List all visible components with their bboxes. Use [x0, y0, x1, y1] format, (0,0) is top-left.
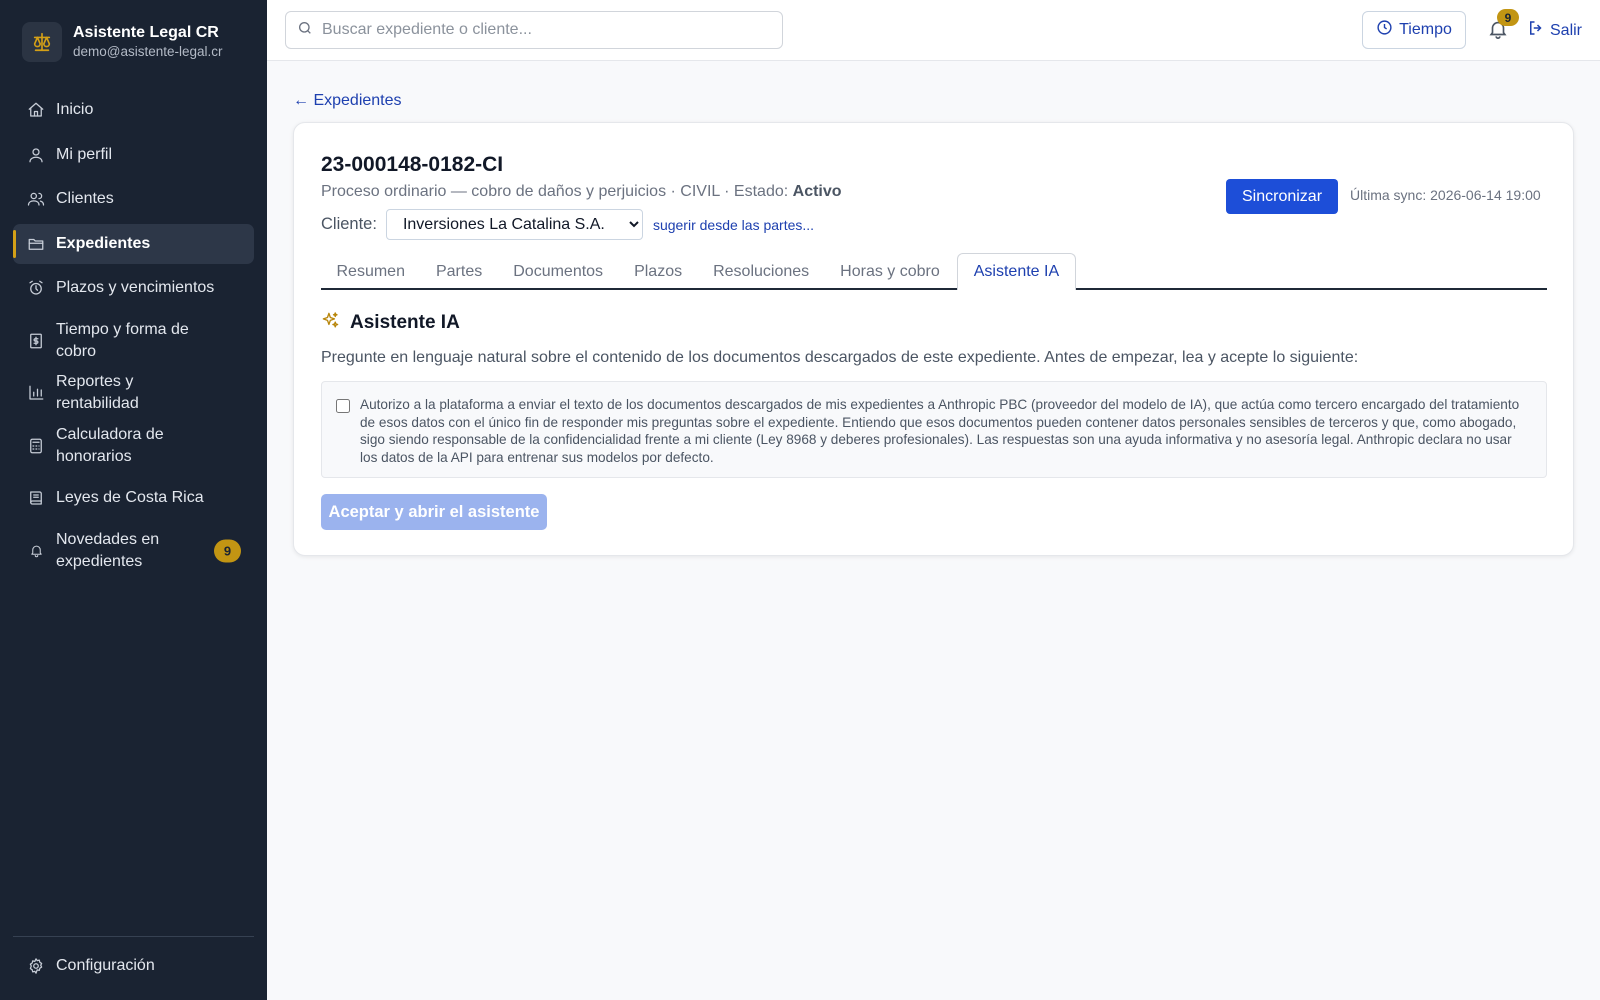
sidebar-item-reportes[interactable]: Reportes y rentabilidad [13, 373, 254, 413]
sidebar-item-label: Calculadora de honorarios [56, 425, 164, 465]
sidebar-item-label: Tiempo y forma de cobro [56, 320, 189, 360]
assistant-title: Asistente IA [350, 312, 460, 333]
sidebar-item-tiempo-cobro[interactable]: Tiempo y forma de cobro [13, 313, 254, 369]
case-status: Activo [792, 183, 842, 200]
tab-asistente-ia[interactable]: Asistente IA [957, 253, 1076, 290]
bar-chart-icon [27, 384, 45, 402]
tiempo-label: Tiempo [1399, 21, 1452, 38]
sidebar-item-label: Novedades en expedientes [56, 530, 160, 570]
sidebar-item-label: Reportes y rentabilidad [56, 373, 139, 412]
logout-button[interactable]: Salir [1527, 19, 1582, 42]
receipt-icon [27, 332, 45, 350]
gear-icon [27, 957, 45, 975]
sidebar-item-clientes[interactable]: Clientes [13, 179, 254, 219]
sidebar-item-expedientes[interactable]: Expedientes [13, 223, 254, 264]
app-title: Asistente Legal CR [73, 24, 219, 41]
user-email: demo@asistente-legal.cr [73, 44, 223, 59]
tab-horas-cobro[interactable]: Horas y cobro [825, 253, 956, 290]
suggest-from-parties-link[interactable]: sugerir desde las partes... [653, 217, 814, 233]
sidebar-item-label: Configuración [56, 957, 155, 974]
user-icon [27, 146, 45, 164]
accept-open-assistant-button[interactable]: Aceptar y abrir el asistente [321, 494, 547, 530]
search-icon [297, 20, 313, 41]
alarm-clock-icon [27, 279, 45, 297]
case-description-text: Proceso ordinario — cobro de daños y per… [321, 183, 793, 200]
case-tabs: Resumen Partes Documentos Plazos Resoluc… [321, 253, 1547, 290]
sidebar-item-label: Mi perfil [56, 145, 113, 163]
sidebar-item-leyes[interactable]: Leyes de Costa Rica [13, 478, 254, 518]
sidebar: Asistente Legal CR demo@asistente-legal.… [0, 0, 267, 1000]
sync-button[interactable]: Sincronizar [1226, 179, 1338, 214]
sidebar-nav: Inicio Mi perfil Clientes Expedientes Pl… [13, 90, 254, 583]
last-sync-timestamp: Última sync: 2026-06-14 19:00 [1350, 187, 1541, 203]
sidebar-item-label: Clientes [56, 190, 114, 207]
back-to-expedientes-link[interactable]: ← Expedientes [293, 92, 402, 110]
case-number: 23-000148-0182-CI [321, 153, 504, 176]
assistant-heading: Asistente IA [321, 311, 460, 335]
case-description: Proceso ordinario — cobro de daños y per… [321, 183, 842, 201]
sidebar-item-calculadora[interactable]: Calculadora de honorarios [13, 418, 254, 474]
brand: Asistente Legal CR demo@asistente-legal.… [22, 22, 223, 62]
tab-documentos[interactable]: Documentos [498, 253, 619, 290]
search-input[interactable] [322, 21, 762, 39]
folder-icon [27, 235, 45, 253]
scales-icon [22, 22, 62, 62]
calculator-icon [27, 437, 45, 455]
consent-box: Autorizo a la plataforma a enviar el tex… [321, 381, 1547, 478]
sidebar-item-novedades[interactable]: Novedades en expedientes 9 [13, 523, 254, 579]
users-icon [27, 190, 45, 208]
sidebar-item-label: Inicio [56, 101, 94, 118]
home-icon [27, 101, 45, 119]
sparkles-icon [321, 311, 340, 335]
sidebar-item-label: Plazos y vencimientos [56, 279, 215, 296]
consent-checkbox[interactable] [336, 399, 350, 413]
tab-plazos[interactable]: Plazos [619, 253, 698, 290]
tab-partes[interactable]: Partes [420, 253, 497, 290]
top-bar: Tiempo 9 Salir [267, 0, 1600, 61]
tab-resoluciones[interactable]: Resoluciones [698, 253, 825, 290]
consent-text: Autorizo a la plataforma a enviar el tex… [360, 397, 1520, 465]
sidebar-divider [13, 936, 254, 937]
sidebar-item-inicio[interactable]: Inicio [13, 90, 254, 130]
sidebar-item-label: Leyes de Costa Rica [56, 489, 204, 506]
sidebar-item-configuracion[interactable]: Configuración [13, 946, 254, 986]
logout-label: Salir [1550, 21, 1583, 39]
sidebar-item-plazos[interactable]: Plazos y vencimientos [13, 268, 254, 308]
tiempo-button[interactable]: Tiempo [1362, 11, 1466, 49]
case-card: 23-000148-0182-CI Proceso ordinario — co… [293, 122, 1574, 556]
notifications-count-badge: 9 [1497, 9, 1519, 26]
clock-icon [1376, 19, 1399, 41]
notification-count-badge: 9 [214, 539, 241, 562]
logout-icon [1527, 19, 1550, 42]
bell-icon [27, 542, 45, 560]
client-select[interactable]: Inversiones La Catalina S.A. [385, 209, 643, 240]
sidebar-item-mi-perfil[interactable]: Mi perfil [13, 135, 254, 175]
assistant-intro: Pregunte en lenguaje natural sobre el co… [321, 349, 1359, 366]
sidebar-item-label: Expedientes [56, 234, 151, 252]
book-icon [27, 489, 45, 507]
client-label: Cliente: [321, 215, 377, 233]
search-box [285, 11, 783, 49]
tab-resumen[interactable]: Resumen [321, 253, 420, 290]
client-row: Cliente: Inversiones La Catalina S.A. su… [321, 209, 814, 240]
